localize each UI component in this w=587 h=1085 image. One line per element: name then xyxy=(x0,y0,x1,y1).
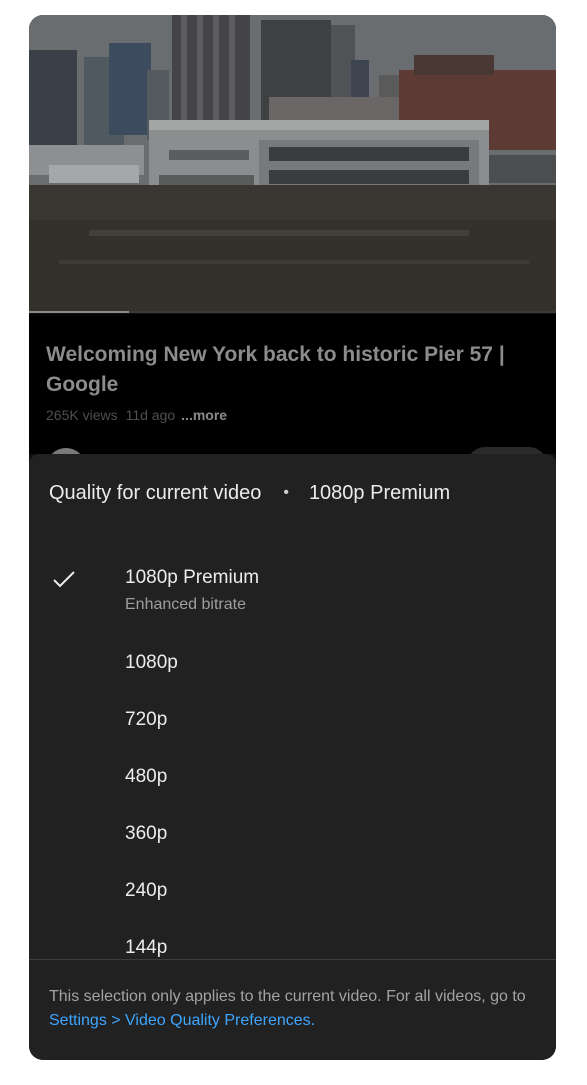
quality-option-480p[interactable]: 480p xyxy=(29,751,556,803)
progress-bar[interactable] xyxy=(29,311,556,313)
quality-option-label: 480p xyxy=(125,766,168,787)
quality-option-1080p[interactable]: 1080p xyxy=(29,637,556,689)
quality-option-label: 360p xyxy=(125,823,168,844)
quality-option-label: 1080p xyxy=(125,652,178,673)
quality-footer-note: This selection only applies to the curre… xyxy=(49,985,539,1033)
check-icon xyxy=(53,571,75,588)
quality-bottom-sheet: Quality for current video • 1080p Premium … xyxy=(29,454,556,1060)
phone-screen: Welcoming New York back to historic Pier… xyxy=(29,15,556,1060)
more-link[interactable]: ...more xyxy=(181,407,227,423)
current-quality-label: 1080p Premium xyxy=(308,482,451,504)
quality-option-1080p-premium[interactable]: 1080p Premium Enhanced bitrate xyxy=(29,554,556,613)
quality-option-label: 720p xyxy=(125,709,168,730)
divider xyxy=(29,959,556,960)
progress-bar-fill xyxy=(29,311,130,313)
upload-age: 11d ago xyxy=(125,407,176,423)
video-player[interactable] xyxy=(29,15,556,313)
separator-dot: • xyxy=(283,484,289,501)
video-meta: 265K views 11d ago ...more xyxy=(46,407,227,423)
quality-option-label: 1080p Premium xyxy=(125,567,260,588)
quality-option-720p[interactable]: 720p xyxy=(29,694,556,746)
quality-option-360p[interactable]: 360p xyxy=(29,808,556,860)
video-title[interactable]: Welcoming New York back to historic Pier… xyxy=(46,340,546,400)
video-frame xyxy=(29,15,556,313)
view-count: 265K views xyxy=(46,407,118,423)
quality-header: Quality for current video • 1080p Premium xyxy=(49,482,450,505)
quality-option-label: 144p xyxy=(125,937,168,958)
footer-text: This selection only applies to the curre… xyxy=(49,988,526,1005)
quality-option-label: 240p xyxy=(125,880,168,901)
video-info: Welcoming New York back to historic Pier… xyxy=(29,314,556,488)
quality-option-144p[interactable]: 144p xyxy=(29,922,556,974)
video-quality-preferences-link[interactable]: Settings > Video Quality Preferences. xyxy=(49,1012,315,1029)
quality-option-sublabel: Enhanced bitrate xyxy=(125,596,246,613)
quality-header-label: Quality for current video xyxy=(49,482,262,504)
quality-option-240p[interactable]: 240p xyxy=(29,865,556,917)
